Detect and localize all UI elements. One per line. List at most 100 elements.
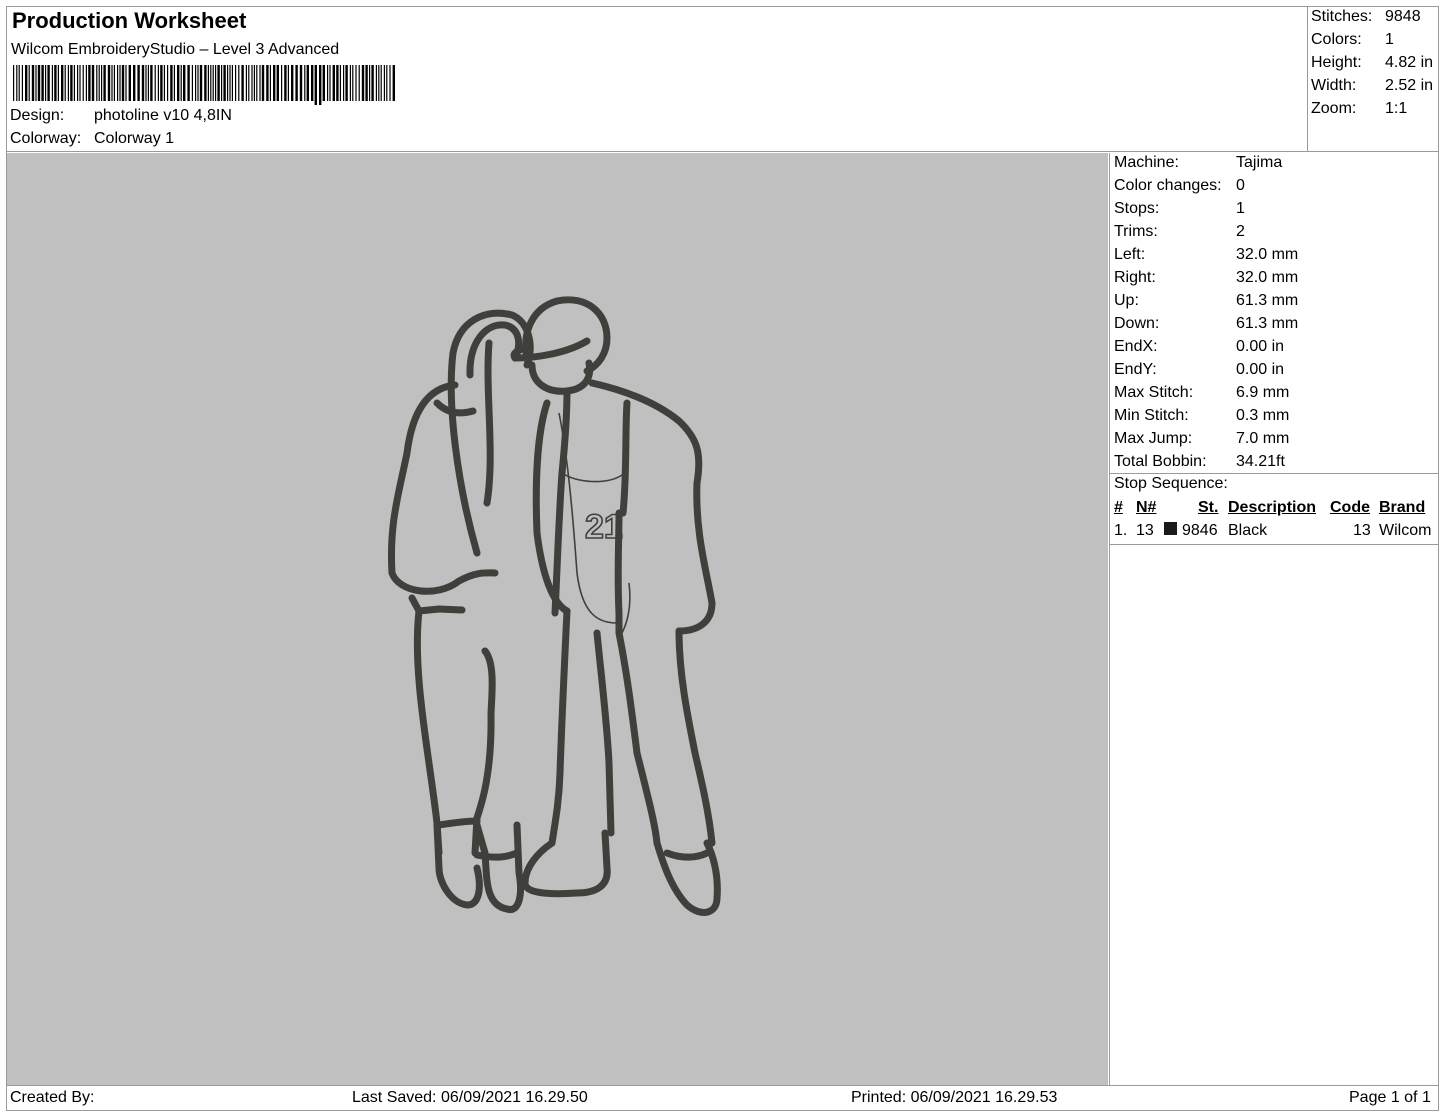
barcode-bar <box>173 65 175 101</box>
design-label: Design: <box>10 107 65 124</box>
info-label: Down: <box>1114 315 1160 332</box>
barcode-bar <box>371 65 374 101</box>
man-leg-left <box>548 607 571 847</box>
barcode-bar <box>51 65 53 101</box>
barcode-bar <box>41 65 44 101</box>
barcode-bar <box>96 65 98 101</box>
barcode-bar <box>375 65 377 101</box>
info-label: Max Stitch: <box>1114 384 1194 401</box>
barcode-bar <box>13 65 15 101</box>
stop-row-needle: 13 <box>1136 522 1154 539</box>
barcode-bar <box>199 65 203 101</box>
barcode-bar <box>389 65 391 101</box>
barcode-bar <box>117 65 119 101</box>
info-label: Total Bobbin: <box>1114 453 1207 470</box>
info-row: Total Bobbin: 34.21ft <box>1114 453 1434 475</box>
stop-row-brand: Wilcom <box>1379 522 1432 539</box>
barcode-bar <box>170 65 173 101</box>
info-row: Right: 32.0 mm <box>1114 269 1434 291</box>
barcode-bar <box>73 65 75 101</box>
info-row: Max Jump: 7.0 mm <box>1114 430 1434 452</box>
barcode-bar <box>88 65 91 101</box>
barcode-bar <box>77 65 79 101</box>
barcode-bar <box>295 65 298 101</box>
barcode-bar <box>229 65 231 101</box>
barcode-bar <box>25 65 28 101</box>
barcode-bar <box>241 65 244 101</box>
barcode-bar <box>79 65 81 101</box>
barcode-bar <box>67 65 69 101</box>
separator <box>1110 544 1439 545</box>
barcode-bar <box>61 65 64 101</box>
barcode-bar <box>167 65 169 101</box>
barcode-bar <box>269 65 271 101</box>
barcode-bar <box>238 65 240 101</box>
barcode-bar <box>380 65 382 101</box>
barcode-bar <box>332 65 335 101</box>
barcode-bar <box>386 65 388 101</box>
barcode-bar <box>245 65 247 101</box>
design-info-panel: Machine: Tajima Color changes: 0 Stops: 1 Trim… <box>1109 153 1439 1085</box>
barcode-bar <box>187 65 190 101</box>
col-stitches: St. <box>1198 499 1219 516</box>
info-value: 0.3 mm <box>1236 407 1290 424</box>
barcode-bar <box>16 65 18 101</box>
barcode-bar <box>217 65 220 101</box>
barcode-bar <box>248 65 250 101</box>
design-preview: 21 <box>7 153 1108 1085</box>
barcode-bar <box>47 65 50 101</box>
barcode-bar <box>251 65 253 101</box>
barcode-bar <box>319 65 322 105</box>
col-description: Description <box>1228 499 1317 516</box>
stop-row-code: 13 <box>1353 522 1371 539</box>
barcode-bar <box>349 65 351 101</box>
barcode-bar <box>160 65 163 101</box>
barcode-bar <box>327 65 329 101</box>
info-label: Max Jump: <box>1114 430 1193 447</box>
barcode-bar <box>329 65 331 101</box>
barcode-bar <box>343 65 345 101</box>
barcode-bar <box>253 65 255 101</box>
barcode-bar <box>183 65 186 101</box>
info-label: Machine: <box>1114 154 1179 171</box>
info-label: Stops: <box>1114 200 1160 217</box>
jersey-number: 21 <box>585 508 623 546</box>
worksheet-footer: Created By: Last Saved: 06/09/2021 16.29… <box>6 1085 1439 1111</box>
stat-width: Width: 2.52 in <box>1311 77 1434 94</box>
barcode-bar <box>361 65 365 101</box>
barcode-bar <box>45 65 47 101</box>
info-label: Up: <box>1114 292 1139 309</box>
col-needle: N# <box>1136 499 1157 516</box>
barcode-bar <box>276 65 279 101</box>
barcode-bar <box>180 65 182 101</box>
barcode-bar <box>91 65 95 101</box>
barcode-bar <box>21 65 23 101</box>
barcode-bar <box>212 65 214 101</box>
barcode-bar <box>133 65 136 101</box>
barcode-bar <box>306 65 309 101</box>
info-value: 0 <box>1236 177 1245 194</box>
barcode-bar <box>31 65 35 101</box>
separator <box>1110 473 1439 474</box>
info-label: Min Stitch: <box>1114 407 1189 424</box>
barcode-bar <box>210 65 212 101</box>
barcode-bar <box>299 65 303 101</box>
barcode-bar <box>256 65 258 101</box>
info-value: 7.0 mm <box>1236 430 1290 447</box>
barcode-bar <box>147 65 149 101</box>
barcode-bar <box>291 65 294 101</box>
barcode-bar <box>266 65 269 101</box>
barcode-bar <box>111 65 113 101</box>
man-leg-right <box>615 629 661 847</box>
woman-leg-left <box>413 607 443 857</box>
barcode-bar <box>107 65 111 101</box>
barcode-bar <box>314 65 317 105</box>
page-number: Page 1 of 1 <box>1349 1089 1431 1106</box>
barcode-bar <box>235 65 237 101</box>
barcode-bar <box>54 65 57 101</box>
barcode-bar <box>121 65 125 101</box>
thread-color-swatch <box>1164 522 1177 535</box>
info-label: EndX: <box>1114 338 1158 355</box>
barcode-bar <box>284 65 287 101</box>
barcode-bar <box>85 65 87 101</box>
